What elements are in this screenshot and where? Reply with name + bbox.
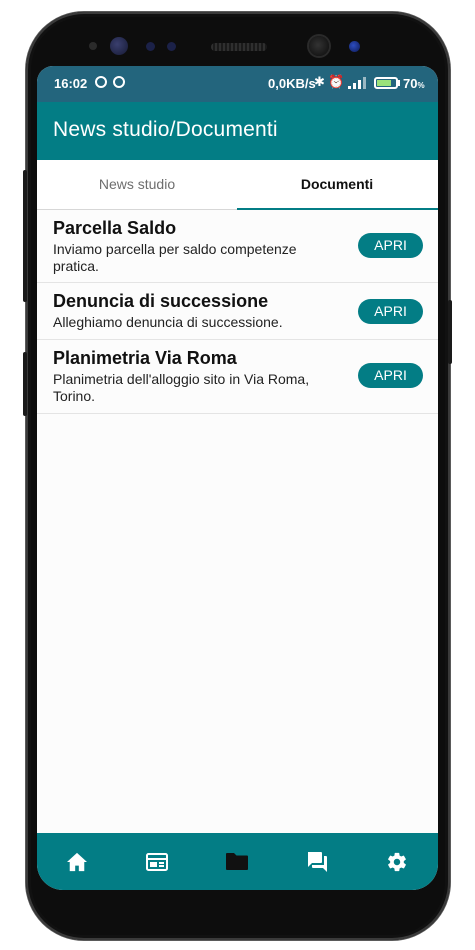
nav-messages[interactable] xyxy=(277,833,357,890)
settings-icon xyxy=(388,852,406,871)
document-title: Planimetria Via Roma xyxy=(53,348,237,368)
light-sensor xyxy=(167,42,176,51)
status-bar: 16:02 0,0KB/s ✱ ⏰ 70% xyxy=(37,66,438,102)
list-item: Denuncia di successione Alleghiamo denun… xyxy=(37,283,438,340)
alarm-icon: ⏰ xyxy=(328,74,345,89)
document-description: Inviamo parcella per saldo competenze pr… xyxy=(53,241,297,274)
bottom-nav xyxy=(37,833,438,890)
iris-led xyxy=(349,41,360,52)
document-description: Alleghiamo denuncia di successione. xyxy=(53,314,283,330)
screen: 16:02 0,0KB/s ✱ ⏰ 70% News studio/Docume… xyxy=(37,66,438,890)
signal-icon xyxy=(348,77,366,89)
tab-bar: News studio Documenti xyxy=(37,160,438,210)
bluetooth-icon: ✱ xyxy=(314,74,325,89)
tab-documenti[interactable]: Documenti xyxy=(237,160,437,209)
earpiece-speaker xyxy=(211,43,267,51)
document-description: Planimetria dell'alloggio sito in Via Ro… xyxy=(53,371,310,404)
document-title: Parcella Saldo xyxy=(53,218,177,238)
news-icon xyxy=(146,852,168,871)
open-button[interactable]: APRI xyxy=(358,233,423,258)
tab-news-studio[interactable]: News studio xyxy=(37,160,237,209)
iris-scanner xyxy=(110,37,128,55)
nav-documents[interactable] xyxy=(197,833,277,890)
at-icon xyxy=(95,76,107,88)
open-button[interactable]: APRI xyxy=(358,363,423,388)
list-item: Parcella Saldo Inviamo parcella per sald… xyxy=(37,210,438,283)
network-speed: 0,0KB/s xyxy=(268,76,316,91)
device-frame: 16:02 0,0KB/s ✱ ⏰ 70% News studio/Docume… xyxy=(0,0,475,950)
at-icon xyxy=(113,76,125,88)
nav-settings[interactable] xyxy=(357,833,437,890)
list-item: Planimetria Via Roma Planimetria dell'al… xyxy=(37,340,438,414)
proximity-sensor xyxy=(146,42,155,51)
document-title: Denuncia di successione xyxy=(53,291,269,311)
battery-tip xyxy=(398,80,400,86)
folder-icon xyxy=(226,853,248,870)
bixby-button xyxy=(23,352,27,416)
battery-icon xyxy=(374,77,398,89)
open-button[interactable]: APRI xyxy=(358,299,423,324)
document-list: Parcella Saldo Inviamo parcella per sald… xyxy=(37,210,438,414)
power-button xyxy=(448,300,452,364)
volume-button xyxy=(23,170,27,302)
nav-news[interactable] xyxy=(117,833,197,890)
nav-home[interactable] xyxy=(37,833,117,890)
sensor-dot xyxy=(89,42,97,50)
battery-level: 70% xyxy=(403,76,425,91)
status-time: 16:02 xyxy=(54,76,88,91)
home-icon xyxy=(67,852,87,871)
app-bar: News studio/Documenti xyxy=(37,102,438,160)
front-camera xyxy=(309,36,329,56)
chat-icon xyxy=(308,851,327,872)
page-title: News studio/Documenti xyxy=(53,118,278,141)
